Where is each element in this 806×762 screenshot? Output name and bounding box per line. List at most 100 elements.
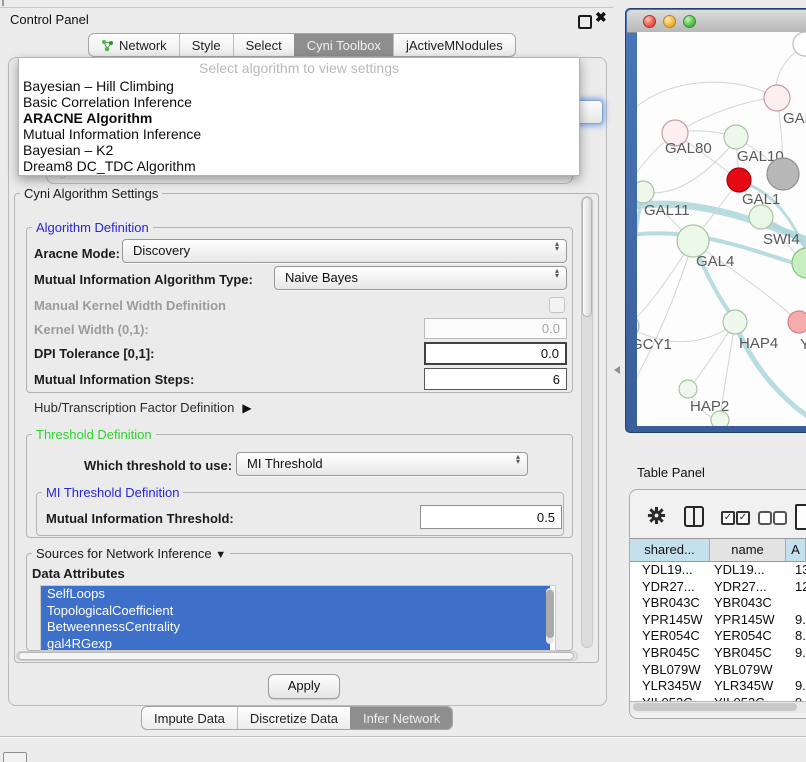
tab-infer-network[interactable]: Infer Network [350, 707, 452, 729]
table-cell[interactable]: 9. [786, 678, 806, 695]
table-cell[interactable]: YPR145W [630, 612, 710, 629]
algorithm-option-dream8-dc-tdc-algorithm[interactable]: Dream8 DC_TDC Algorithm [19, 158, 579, 174]
network-node-gal10[interactable] [724, 125, 748, 149]
algorithm-option-list: Bayesian – Hill ClimbingBasic Correlatio… [19, 78, 579, 174]
table-cell[interactable]: 9. [786, 612, 806, 629]
table-cell[interactable]: 12 [786, 579, 806, 596]
network-node-swi4[interactable] [749, 205, 773, 229]
network-edge[interactable] [675, 98, 777, 133]
network-node[interactable] [767, 158, 799, 190]
table-cell[interactable]: YBL079W [630, 662, 710, 679]
table-cell[interactable]: YDR27... [630, 579, 710, 596]
table-cell[interactable]: YBR045C [710, 645, 786, 662]
settings-horizontal-scrollbar-thumb[interactable] [18, 652, 574, 660]
mi-steps-field[interactable]: 6 [424, 368, 567, 390]
table-cell[interactable]: YBL079W [710, 662, 786, 679]
table-row[interactable]: YDR27...YDR27...12 [630, 579, 806, 596]
collapsed-panel-button[interactable] [3, 752, 27, 762]
split-pane-collapse-icon[interactable] [614, 366, 620, 374]
column-header-shared[interactable]: shared... [630, 539, 710, 561]
attribute-item-selfloops[interactable]: SelfLoops [41, 586, 550, 603]
table-cell[interactable]: YDL19... [710, 562, 786, 579]
table-row[interactable]: YBR045CYBR045C9. [630, 645, 806, 662]
attribute-item-betweennesscentrality[interactable]: BetweennessCentrality [41, 619, 550, 636]
algorithm-option-mutual-information-inference[interactable]: Mutual Information Inference [19, 126, 579, 142]
table-row[interactable]: YPR145WYPR145W9. [630, 612, 806, 629]
tab-impute-data[interactable]: Impute Data [142, 707, 237, 729]
close-traffic-light[interactable] [643, 15, 656, 28]
table-cell[interactable]: 13 [786, 562, 806, 579]
table-cell[interactable]: YBR045C [630, 645, 710, 662]
table-row[interactable]: YBR043CYBR043C [630, 595, 806, 612]
dpi-tolerance-field[interactable]: 0.0 [424, 342, 567, 365]
network-node-gal[interactable] [764, 85, 790, 111]
sources-title-row[interactable]: Sources for Network Inference ▼ [32, 546, 230, 561]
tab-network[interactable]: Network [89, 34, 179, 56]
table-cell[interactable]: YER054C [630, 628, 710, 645]
aracne-mode-combo[interactable]: Discovery ▴▾ [122, 239, 567, 263]
table-cell[interactable]: 8. [786, 628, 806, 645]
spinner-icon: ▴▾ [555, 241, 559, 251]
float-window-icon[interactable] [578, 15, 592, 29]
gear-icon[interactable] [647, 506, 666, 525]
zoom-traffic-light[interactable] [683, 15, 696, 28]
table-cell[interactable]: YDR27... [710, 579, 786, 596]
column-header-name[interactable]: name [710, 539, 786, 561]
new-table-icon[interactable] [795, 504, 806, 530]
apply-button[interactable]: Apply [268, 674, 340, 699]
settings-vertical-scrollbar-thumb[interactable] [582, 197, 592, 317]
table-row[interactable]: YBL079WYBL079W [630, 662, 806, 679]
table-row[interactable]: YDL19...YDL19...13 [630, 562, 806, 579]
unchecked-checkbox-icon[interactable] [773, 511, 787, 525]
attributes-scrollbar-thumb[interactable] [546, 590, 554, 638]
table-row[interactable]: YLR345WYLR345W9. [630, 678, 806, 695]
table-cell[interactable]: YBR043C [710, 595, 786, 612]
table-row[interactable]: YER054CYER054C8. [630, 628, 806, 645]
mi-algorithm-type-combo[interactable]: Naive Bayes ▴▾ [274, 266, 567, 290]
table-horizontal-scrollbar-thumb[interactable] [633, 703, 797, 711]
table-cell[interactable]: 9. [786, 645, 806, 662]
hub-expander[interactable]: Hub/Transcription Factor Definition▶ [34, 400, 252, 415]
checked-checkbox-icon[interactable]: ✓ [736, 511, 750, 525]
table-cell[interactable]: YBR043C [630, 595, 710, 612]
table-cell[interactable]: YLR345W [630, 678, 710, 695]
table-cell[interactable]: YLR345W [710, 678, 786, 695]
algorithm-option-bayesian-k2[interactable]: Bayesian – K2 [19, 142, 579, 158]
unchecked-checkbox-icon[interactable] [758, 511, 772, 525]
checked-checkbox-icon[interactable]: ✓ [721, 511, 735, 525]
table-cell[interactable]: YDL19... [630, 562, 710, 579]
network-node-gal11[interactable] [637, 181, 654, 203]
network-edge[interactable] [637, 241, 693, 384]
algorithm-option-bayesian-hill-climbing[interactable]: Bayesian – Hill Climbing [19, 78, 579, 94]
attribute-item-topologicalcoefficient[interactable]: TopologicalCoefficient [41, 603, 550, 620]
table-cell[interactable] [786, 595, 806, 612]
table-cell[interactable]: YER054C [710, 628, 786, 645]
network-node-y[interactable] [788, 311, 806, 333]
column-header-a[interactable]: A [786, 539, 806, 561]
network-node-hap2[interactable] [679, 380, 697, 398]
application-root: Control Panel ✖ NetworkStyleSelectCyni T… [0, 0, 806, 762]
minimize-traffic-light[interactable] [663, 15, 676, 28]
table-cell[interactable] [786, 662, 806, 679]
which-threshold-combo[interactable]: MI Threshold ▴▾ [236, 452, 528, 476]
algorithm-option-aracne-algorithm[interactable]: ARACNE Algorithm [19, 110, 579, 126]
split-columns-icon[interactable] [684, 506, 704, 527]
tab-cyni-toolbox[interactable]: Cyni Toolbox [294, 34, 393, 56]
network-node-gcy1[interactable] [637, 315, 639, 337]
network-node-gal1[interactable] [727, 168, 751, 192]
table-cell[interactable]: YPR145W [710, 612, 786, 629]
close-icon[interactable]: ✖ [595, 9, 607, 26]
network-node[interactable] [711, 411, 729, 426]
algorithm-option-basic-correlation-inference[interactable]: Basic Correlation Inference [19, 94, 579, 110]
network-canvas[interactable]: GALGAL80GAL10GAL1GAL11SWI4GAL4GCY1HAP4YH… [637, 32, 806, 426]
tab-jactivemnodules[interactable]: jActiveMNodules [393, 34, 515, 56]
mi-threshold-group-title: MI Threshold Definition [42, 485, 183, 500]
tab-select[interactable]: Select [233, 34, 294, 56]
tab-discretize-data[interactable]: Discretize Data [237, 707, 350, 729]
cyni-bottom-tabbar: Impute DataDiscretize DataInfer Network [141, 706, 453, 730]
attribute-item-gal4rgexp[interactable]: gal4RGexp [41, 636, 550, 652]
network-edge[interactable] [637, 195, 642, 332]
network-node-hap4[interactable] [723, 310, 747, 334]
mi-threshold-field[interactable]: 0.5 [420, 505, 562, 529]
tab-style[interactable]: Style [179, 34, 233, 56]
